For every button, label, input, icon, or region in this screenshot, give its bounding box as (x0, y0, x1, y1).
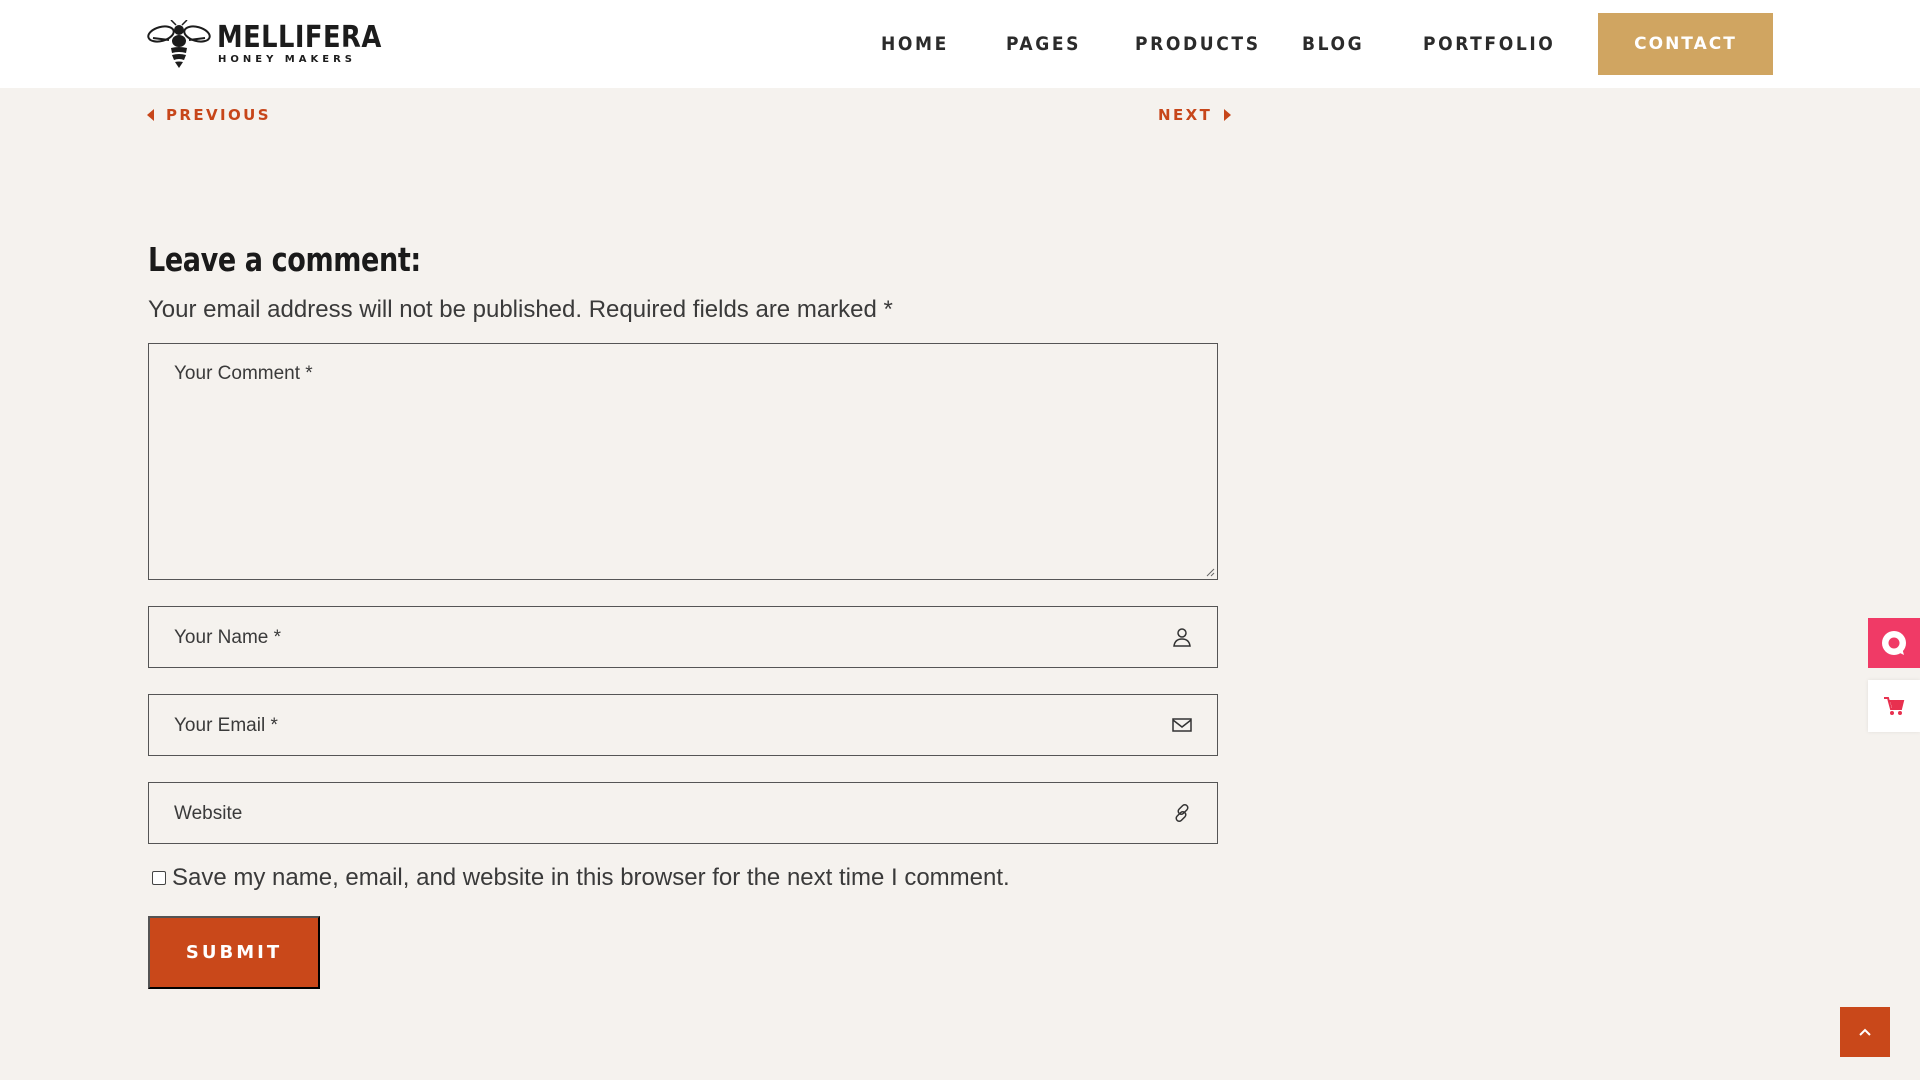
website-placeholder: Website (174, 803, 243, 824)
nav-portfolio[interactable]: PORTFOLIO (1423, 32, 1555, 56)
main-nav: HOME PAGES PRODUCTS BLOG PORTFOLIO CONTA… (0, 0, 1920, 88)
chevron-up-icon (1859, 1028, 1871, 1036)
save-info-option[interactable]: Save my name, email, and website in this… (152, 864, 1010, 892)
next-post-link[interactable]: NEXT (1158, 104, 1232, 126)
comment-form-title: Leave a comment: (148, 240, 421, 279)
email-placeholder: Your Email * (174, 715, 278, 736)
previous-post-link[interactable]: PREVIOUS (147, 104, 271, 126)
link-icon (1175, 803, 1189, 823)
comment-textarea[interactable]: Your Comment * (148, 343, 1218, 580)
cart-icon (1884, 697, 1905, 715)
name-placeholder: Your Name * (174, 627, 282, 648)
previous-label: PREVIOUS (166, 106, 271, 124)
chat-widget-button[interactable] (1868, 618, 1920, 668)
name-field[interactable]: Your Name * (148, 606, 1218, 668)
nav-products[interactable]: PRODUCTS (1135, 32, 1261, 56)
cart-widget-button[interactable] (1868, 680, 1920, 732)
resize-handle-icon[interactable] (1205, 567, 1215, 577)
nav-blog[interactable]: BLOG (1302, 32, 1364, 56)
website-field[interactable]: Website (148, 782, 1218, 844)
submit-button[interactable]: SUBMIT (148, 916, 320, 989)
save-info-label: Save my name, email, and website in this… (172, 864, 1010, 891)
comment-placeholder: Your Comment * (174, 363, 313, 384)
chat-icon (1882, 631, 1906, 655)
caret-left-icon (147, 109, 154, 121)
user-icon (1173, 628, 1191, 647)
caret-right-icon (1224, 109, 1232, 121)
contact-button[interactable]: CONTACT (1598, 13, 1773, 75)
envelope-icon (1172, 718, 1192, 732)
comment-form-note: Your email address will not be published… (148, 296, 893, 323)
save-info-checkbox[interactable] (152, 871, 166, 885)
site-header: MELLIFERA HONEY MAKERS HOME PAGES PRODUC… (0, 0, 1920, 88)
nav-pages[interactable]: PAGES (1006, 32, 1081, 56)
email-field[interactable]: Your Email * (148, 694, 1218, 756)
next-label: NEXT (1158, 106, 1213, 124)
back-to-top-button[interactable] (1840, 1007, 1890, 1057)
nav-home[interactable]: HOME (881, 32, 949, 56)
